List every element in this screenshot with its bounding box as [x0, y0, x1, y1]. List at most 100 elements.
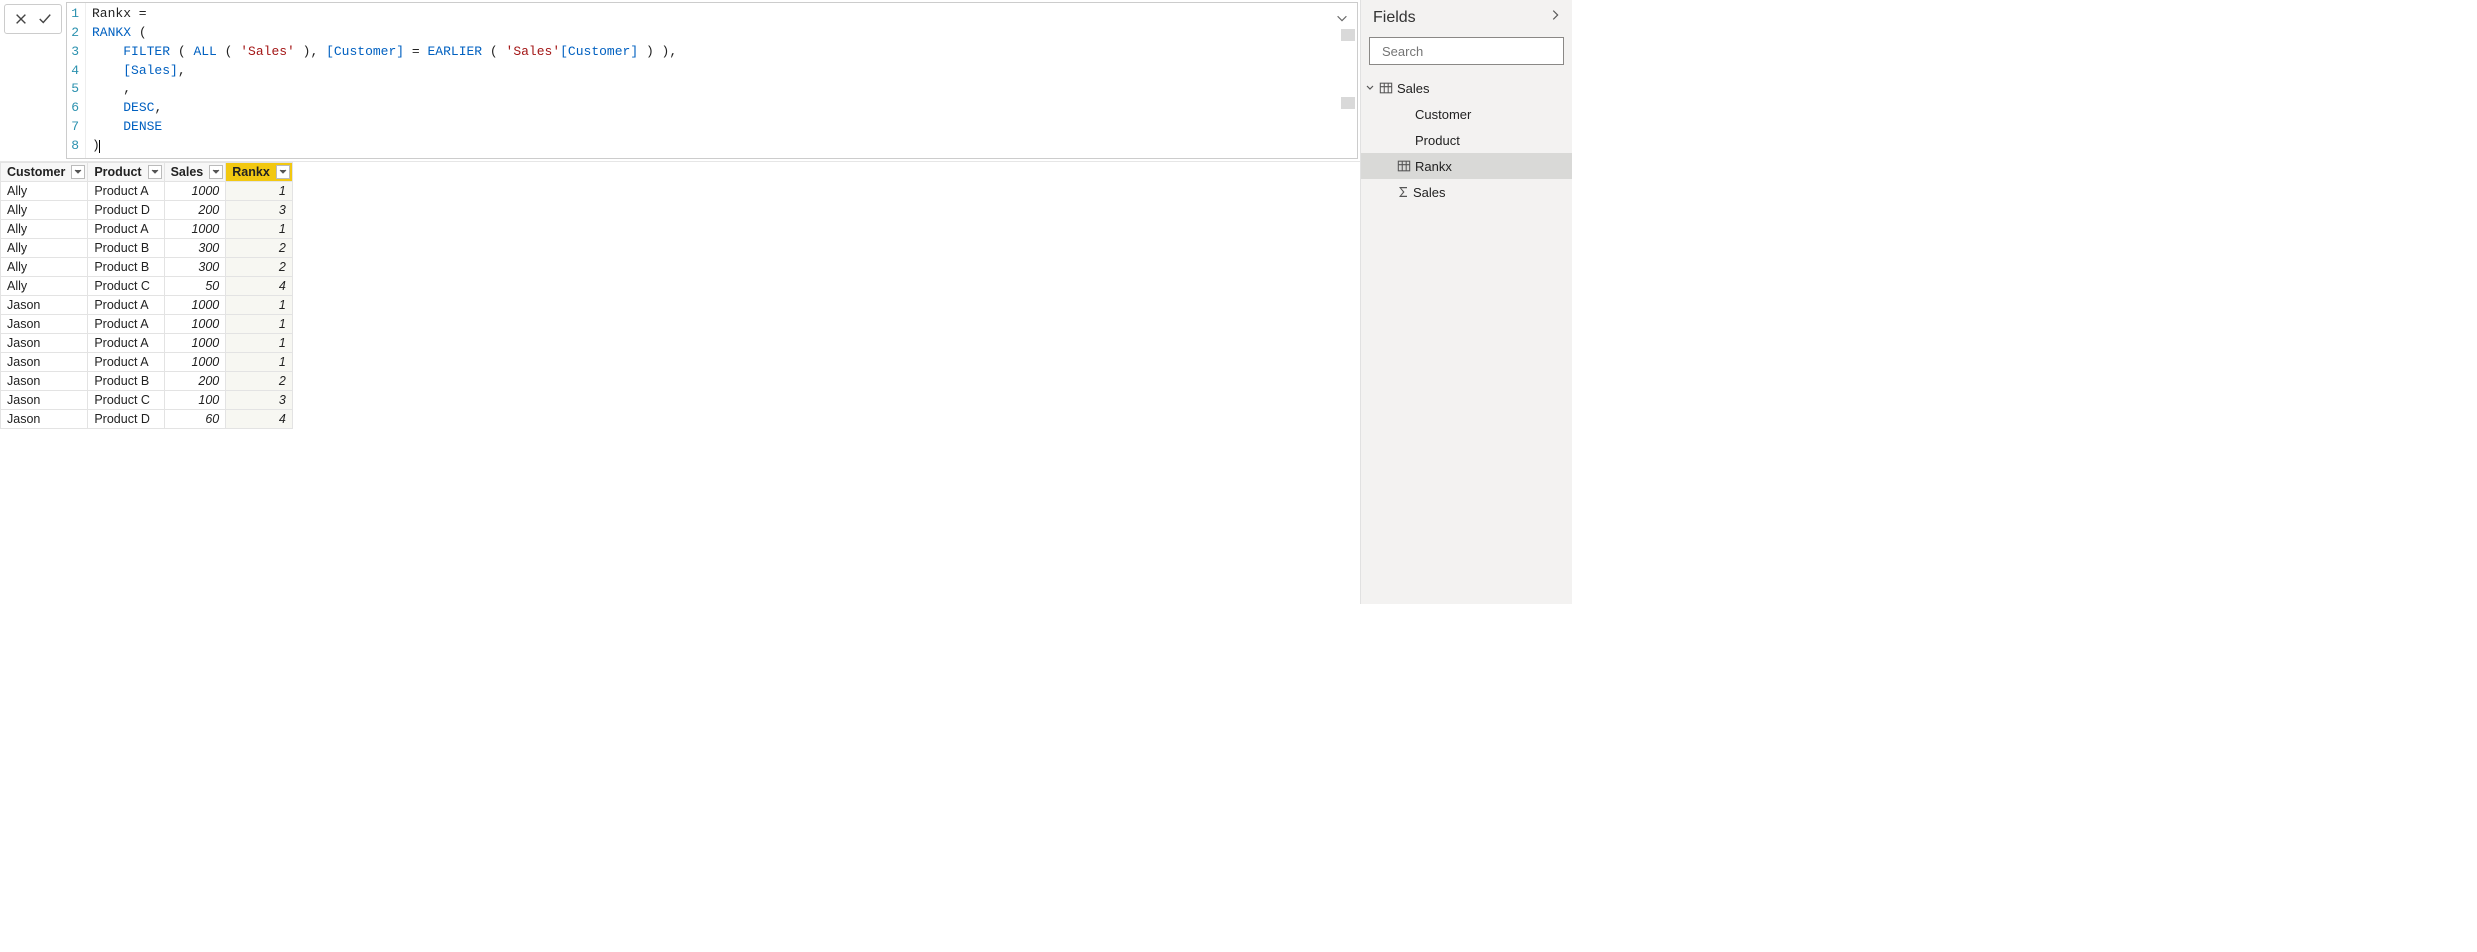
formula-bar: 12345678 Rankx = RANKX ( FILTER ( ALL ( …: [0, 0, 1360, 162]
cell-sales[interactable]: 100: [164, 390, 226, 409]
cell-sales[interactable]: 300: [164, 238, 226, 257]
cell-rankx[interactable]: 1: [226, 181, 293, 200]
column-header-product[interactable]: Product: [88, 162, 164, 181]
fields-table-sales[interactable]: Sales: [1361, 75, 1572, 101]
cell-sales[interactable]: 1000: [164, 181, 226, 200]
cell-customer[interactable]: Jason: [1, 409, 88, 428]
cell-sales[interactable]: 200: [164, 200, 226, 219]
cell-customer[interactable]: Jason: [1, 314, 88, 333]
table-row[interactable]: JasonProduct A10001: [1, 352, 293, 371]
cell-sales[interactable]: 1000: [164, 314, 226, 333]
main-area: 12345678 Rankx = RANKX ( FILTER ( ALL ( …: [0, 0, 1360, 604]
table-row[interactable]: JasonProduct A10001: [1, 333, 293, 352]
cell-product[interactable]: Product A: [88, 352, 164, 371]
expand-editor-toggle[interactable]: [1333, 9, 1351, 27]
caret-down-icon: [212, 168, 220, 176]
cell-sales[interactable]: 200: [164, 371, 226, 390]
cell-rankx[interactable]: 3: [226, 200, 293, 219]
fields-search[interactable]: [1369, 37, 1564, 65]
calc-column-icon: [1397, 159, 1411, 173]
cell-product[interactable]: Product B: [88, 238, 164, 257]
cell-product[interactable]: Product B: [88, 257, 164, 276]
cell-rankx[interactable]: 4: [226, 409, 293, 428]
table-row[interactable]: AllyProduct D2003: [1, 200, 293, 219]
column-filter-button[interactable]: [71, 165, 85, 179]
cell-customer[interactable]: Jason: [1, 352, 88, 371]
cell-rankx[interactable]: 2: [226, 371, 293, 390]
cancel-button[interactable]: [9, 9, 33, 29]
fields-table-label: Sales: [1397, 81, 1430, 96]
fields-tree: Sales Customer Product Rankx Sales: [1361, 73, 1572, 207]
cell-product[interactable]: Product D: [88, 409, 164, 428]
cell-rankx[interactable]: 1: [226, 352, 293, 371]
cell-sales[interactable]: 1000: [164, 352, 226, 371]
cell-customer[interactable]: Ally: [1, 219, 88, 238]
cell-customer[interactable]: Jason: [1, 333, 88, 352]
cell-rankx[interactable]: 1: [226, 314, 293, 333]
column-header-rankx[interactable]: Rankx: [226, 162, 293, 181]
table-row[interactable]: JasonProduct A10001: [1, 295, 293, 314]
column-header-label: Rankx: [232, 165, 270, 179]
cell-sales[interactable]: 60: [164, 409, 226, 428]
table-row[interactable]: AllyProduct A10001: [1, 219, 293, 238]
field-label: Sales: [1413, 185, 1446, 200]
column-filter-button[interactable]: [276, 165, 290, 179]
caret-down-icon: [151, 168, 159, 176]
dax-code[interactable]: Rankx = RANKX ( FILTER ( ALL ( 'Sales' )…: [86, 3, 1357, 158]
cell-rankx[interactable]: 1: [226, 333, 293, 352]
cell-rankx[interactable]: 1: [226, 295, 293, 314]
column-header-customer[interactable]: Customer: [1, 162, 88, 181]
table-row[interactable]: AllyProduct B3002: [1, 257, 293, 276]
cell-product[interactable]: Product A: [88, 219, 164, 238]
cell-product[interactable]: Product A: [88, 295, 164, 314]
cell-sales[interactable]: 50: [164, 276, 226, 295]
table-row[interactable]: AllyProduct C504: [1, 276, 293, 295]
cell-customer[interactable]: Jason: [1, 295, 88, 314]
cell-product[interactable]: Product C: [88, 276, 164, 295]
cell-customer[interactable]: Ally: [1, 276, 88, 295]
column-header-sales[interactable]: Sales: [164, 162, 226, 181]
collapse-pane-button[interactable]: [1548, 8, 1562, 27]
formula-editor[interactable]: 12345678 Rankx = RANKX ( FILTER ( ALL ( …: [66, 2, 1358, 159]
cell-customer[interactable]: Ally: [1, 181, 88, 200]
data-grid[interactable]: CustomerProductSalesRankxAllyProduct A10…: [0, 162, 293, 429]
commit-button[interactable]: [33, 9, 57, 29]
table-row[interactable]: AllyProduct A10001: [1, 181, 293, 200]
cell-customer[interactable]: Jason: [1, 371, 88, 390]
cell-sales[interactable]: 1000: [164, 219, 226, 238]
cell-rankx[interactable]: 2: [226, 257, 293, 276]
table-row[interactable]: AllyProduct B3002: [1, 238, 293, 257]
cell-product[interactable]: Product A: [88, 333, 164, 352]
cell-product[interactable]: Product B: [88, 371, 164, 390]
table-row[interactable]: JasonProduct A10001: [1, 314, 293, 333]
cell-customer[interactable]: Ally: [1, 257, 88, 276]
cell-product[interactable]: Product A: [88, 314, 164, 333]
table-row[interactable]: JasonProduct D604: [1, 409, 293, 428]
table-row[interactable]: JasonProduct C1003: [1, 390, 293, 409]
cell-rankx[interactable]: 4: [226, 276, 293, 295]
field-item-customer[interactable]: Customer: [1361, 101, 1572, 127]
cell-customer[interactable]: Ally: [1, 238, 88, 257]
cell-sales[interactable]: 1000: [164, 333, 226, 352]
cell-product[interactable]: Product A: [88, 181, 164, 200]
chevron-down-icon: [1365, 83, 1375, 93]
cell-rankx[interactable]: 3: [226, 390, 293, 409]
field-item-product[interactable]: Product: [1361, 127, 1572, 153]
field-item-sales[interactable]: Sales: [1361, 179, 1572, 205]
field-label: Product: [1415, 133, 1460, 148]
table-row[interactable]: JasonProduct B2002: [1, 371, 293, 390]
cell-sales[interactable]: 1000: [164, 295, 226, 314]
column-filter-button[interactable]: [148, 165, 162, 179]
close-icon: [14, 12, 28, 26]
column-filter-button[interactable]: [209, 165, 223, 179]
cell-rankx[interactable]: 1: [226, 219, 293, 238]
minimap-scrollbar[interactable]: [1341, 29, 1355, 109]
cell-product[interactable]: Product C: [88, 390, 164, 409]
cell-customer[interactable]: Jason: [1, 390, 88, 409]
field-item-rankx[interactable]: Rankx: [1361, 153, 1572, 179]
cell-sales[interactable]: 300: [164, 257, 226, 276]
cell-rankx[interactable]: 2: [226, 238, 293, 257]
cell-customer[interactable]: Ally: [1, 200, 88, 219]
fields-search-input[interactable]: [1382, 44, 1558, 59]
cell-product[interactable]: Product D: [88, 200, 164, 219]
